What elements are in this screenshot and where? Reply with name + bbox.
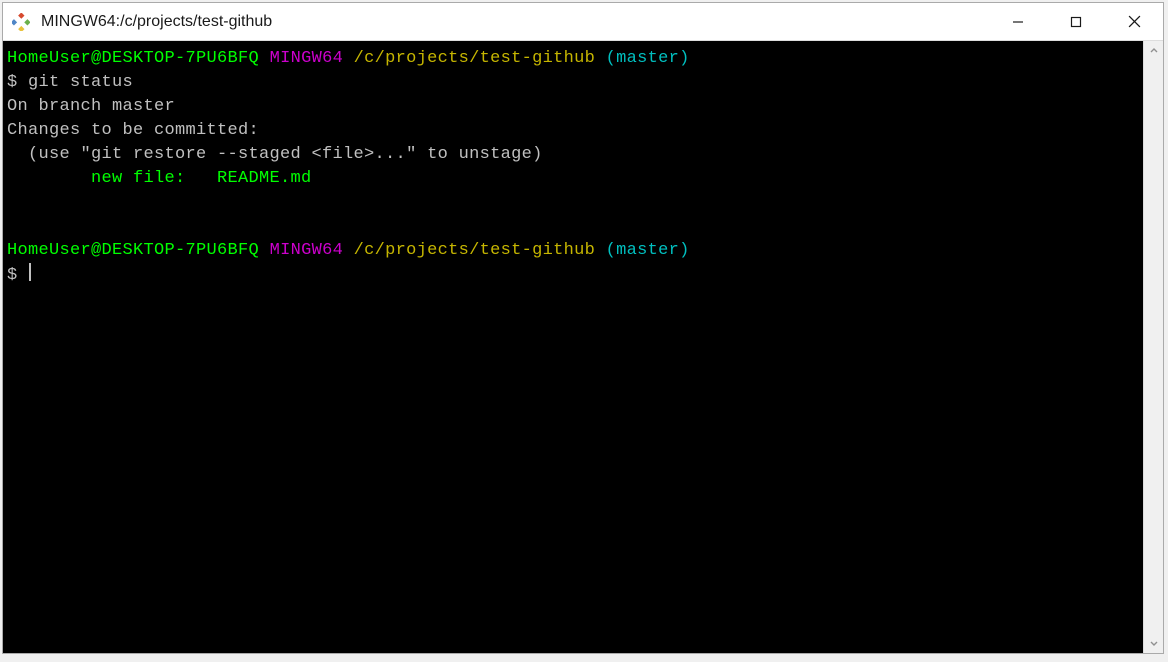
prompt-symbol: $: [7, 73, 18, 92]
app-icon: [3, 13, 39, 31]
command-line-2: $: [7, 263, 1139, 288]
prompt-shell: MINGW64: [270, 49, 344, 68]
prompt-branch: (master): [606, 49, 690, 68]
window-titlebar[interactable]: MINGW64:/c/projects/test-github: [3, 3, 1163, 41]
staged-file-name: README.md: [217, 169, 312, 188]
blank-line: [7, 191, 1139, 215]
command-line-1: $ git status: [7, 71, 1139, 95]
close-icon: [1128, 15, 1141, 28]
output-line: (use "git restore --staged <file>..." to…: [7, 143, 1139, 167]
git-bash-window: MINGW64:/c/projects/test-github HomeUser…: [2, 2, 1164, 654]
git-bash-icon: [12, 13, 30, 31]
scroll-down-arrow-icon[interactable]: [1144, 633, 1164, 653]
prompt-user-host: HomeUser@DESKTOP-7PU6BFQ: [7, 241, 259, 260]
scroll-up-arrow-icon[interactable]: [1144, 41, 1164, 61]
prompt-symbol: $: [7, 266, 18, 285]
blank-line: [7, 215, 1139, 239]
minimize-button[interactable]: [989, 3, 1047, 41]
prompt-cwd: /c/projects/test-github: [354, 49, 596, 68]
output-line: On branch master: [7, 95, 1139, 119]
prompt-cwd: /c/projects/test-github: [354, 241, 596, 260]
prompt-shell: MINGW64: [270, 241, 344, 260]
window-title: MINGW64:/c/projects/test-github: [39, 13, 989, 31]
staged-file-label: new file:: [7, 169, 217, 188]
maximize-icon: [1070, 16, 1082, 28]
terminal-container: HomeUser@DESKTOP-7PU6BFQ MINGW64 /c/proj…: [3, 41, 1163, 653]
command-text: git status: [28, 73, 133, 92]
prompt-user-host: HomeUser@DESKTOP-7PU6BFQ: [7, 49, 259, 68]
terminal-output[interactable]: HomeUser@DESKTOP-7PU6BFQ MINGW64 /c/proj…: [3, 41, 1143, 653]
maximize-button[interactable]: [1047, 3, 1105, 41]
output-line: Changes to be committed:: [7, 119, 1139, 143]
prompt-line-1: HomeUser@DESKTOP-7PU6BFQ MINGW64 /c/proj…: [7, 47, 1139, 71]
vertical-scrollbar[interactable]: [1143, 41, 1163, 653]
prompt-line-2: HomeUser@DESKTOP-7PU6BFQ MINGW64 /c/proj…: [7, 239, 1139, 263]
close-button[interactable]: [1105, 3, 1163, 41]
prompt-branch: (master): [606, 241, 690, 260]
text-cursor: [29, 263, 31, 281]
output-line: new file: README.md: [7, 167, 1139, 191]
minimize-icon: [1012, 16, 1024, 28]
